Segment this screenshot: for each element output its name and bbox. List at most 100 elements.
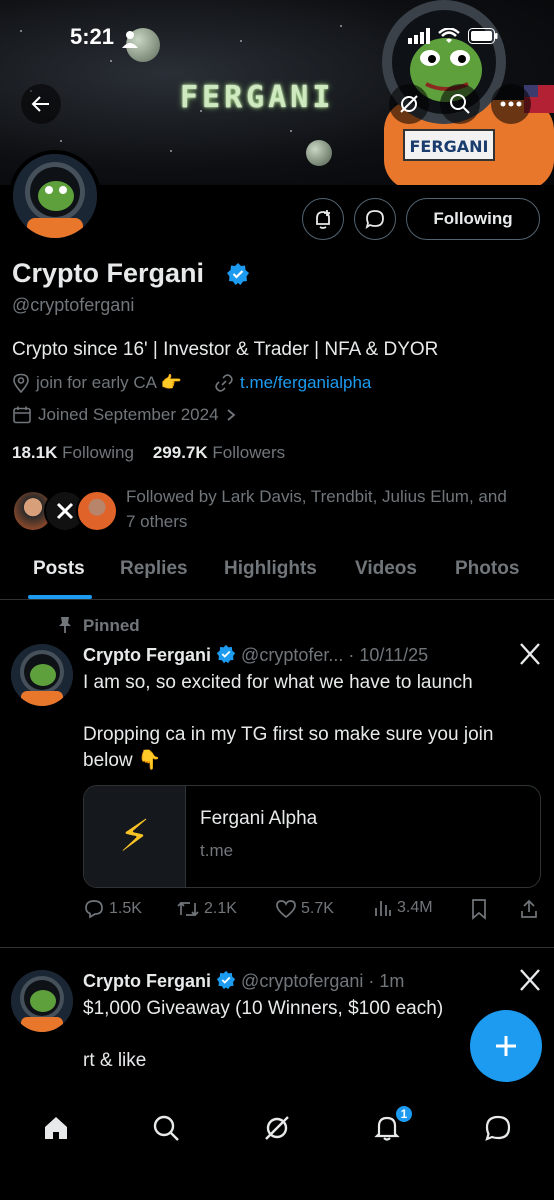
nav-messages[interactable] [478,1108,518,1148]
back-button[interactable] [21,84,61,124]
post-text: below 👇 [83,750,162,771]
tab-replies[interactable]: Replies [120,558,188,580]
repost-button[interactable]: 2.1K [176,898,237,920]
avatar [76,490,118,532]
pepe-astronaut-avatar [13,154,97,238]
tab-highlights[interactable]: Highlights [224,558,317,580]
reply-button[interactable]: 1.5K [83,898,142,920]
post-author-avatar[interactable] [11,644,73,706]
post-text: Dropping ca in my TG first so make sure … [83,724,494,745]
arrow-left-icon [31,96,49,112]
profile-joined[interactable]: Joined September 2024 [12,405,237,425]
pin-icon [59,617,71,633]
pepe-astronaut-avatar [11,644,73,706]
followed-by-avatars[interactable] [12,490,122,534]
followers-count-link[interactable]: 299.7K Followers [153,443,285,462]
verified-badge-icon[interactable] [226,262,250,286]
profile-website[interactable]: t.me/ferganialpha [214,373,371,393]
star-decoration [290,130,292,132]
verified-badge-icon [216,970,236,990]
reply-count: 1.5K [109,900,142,917]
post-divider [0,947,554,948]
verified-badge-icon [216,644,236,664]
chat-bubble-icon [365,210,384,230]
following-button[interactable]: Following [406,198,540,240]
grok-button[interactable] [389,84,429,124]
status-bar: 5:21 [0,22,554,54]
pinned-label: Pinned [83,616,140,635]
followed-by-text[interactable]: Followed by Lark Davis, Trendbit, Julius… [126,484,546,534]
profile-location: join for early CA 👉 [12,373,182,393]
heart-icon [276,900,296,919]
cellular-signal-icon [408,28,430,44]
bookmark-icon [472,899,486,920]
post-actions: 1.5K 2.1K 5.7K 3.4M [83,898,543,924]
notifications-subscribe-button[interactable] [302,198,344,240]
post-author-name[interactable]: Crypto Fergani [83,971,211,991]
nav-search[interactable] [146,1108,186,1148]
share-icon [521,899,537,918]
star-decoration [170,150,172,152]
views-chart-icon [375,901,391,916]
post-author-name[interactable]: Crypto Fergani [83,645,211,665]
following-count: 18.1K [12,443,58,462]
following-count-link[interactable]: 18.1K Following [12,443,134,462]
grok-icon [400,95,418,113]
x-logo-icon [56,502,74,520]
bottom-navigation: 1 [0,1090,554,1200]
notifications-badge: 1 [394,1104,414,1124]
chat-bubble-icon [485,1115,511,1141]
repost-count: 2.1K [204,900,237,917]
website-link[interactable]: t.me/ferganialpha [240,373,371,393]
post-header: Crypto Fergani @cryptofergani · 1m [83,970,404,992]
message-button[interactable] [354,198,396,240]
tab-videos[interactable]: Videos [355,558,417,580]
star-decoration [60,140,62,142]
location-text: join for early CA 👉 [36,373,182,392]
more-options-button[interactable] [491,84,531,124]
follow-counts: 18.1K Following 299.7K Followers [12,443,285,463]
search-icon [153,1115,179,1141]
compose-post-button[interactable] [470,1010,542,1082]
calendar-icon [13,406,31,424]
grok-x-icon[interactable] [518,642,542,666]
link-preview-card[interactable]: ⚡ Fergani Alpha t.me [83,785,541,888]
like-count: 5.7K [301,900,334,917]
nav-grok[interactable] [257,1108,297,1148]
grok-x-icon[interactable] [518,968,542,992]
post-author-handle: @cryptofer... [241,645,344,665]
like-button[interactable]: 5.7K [275,898,334,920]
search-button[interactable] [440,84,480,124]
star-decoration [110,60,112,62]
followers-count: 299.7K [152,443,208,462]
planet-decoration [306,140,332,166]
profile-banner[interactable]: FERGANI FERGANI 5:21 [0,0,554,185]
status-time: 5:21 [70,24,115,49]
pepe-astronaut-avatar [11,970,73,1032]
joined-text: Joined September 2024 [38,405,219,424]
location-pin-icon [13,373,29,393]
tab-posts[interactable]: Posts [33,558,85,580]
bell-plus-icon [316,210,330,229]
bookmark-button[interactable] [470,898,488,920]
banner-title: FERGANI [180,80,335,115]
wifi-icon [438,28,460,43]
nav-home[interactable] [36,1108,76,1148]
tab-photos[interactable]: Photos [455,558,519,580]
focus-person-icon [122,31,138,48]
status-indicators [408,28,498,44]
profile-tabs: Posts Replies Highlights Videos Photos [0,550,554,600]
post-author-avatar[interactable] [11,970,73,1032]
views-button[interactable]: 3.4M [373,898,433,918]
svg-text:FERGANI: FERGANI [409,137,488,156]
repost-icon [177,901,199,917]
post-text: rt & like [83,1050,147,1071]
profile-avatar[interactable] [9,150,101,242]
chevron-right-icon [226,409,235,421]
followed-by-line: Followed by Lark Davis, Trendbit, Julius… [126,487,507,506]
share-button[interactable] [519,898,539,920]
view-count: 3.4M [397,899,433,916]
post-header: Crypto Fergani @cryptofer... · 10/11/25 [83,644,428,666]
reply-icon [85,900,103,919]
battery-icon [468,28,498,44]
